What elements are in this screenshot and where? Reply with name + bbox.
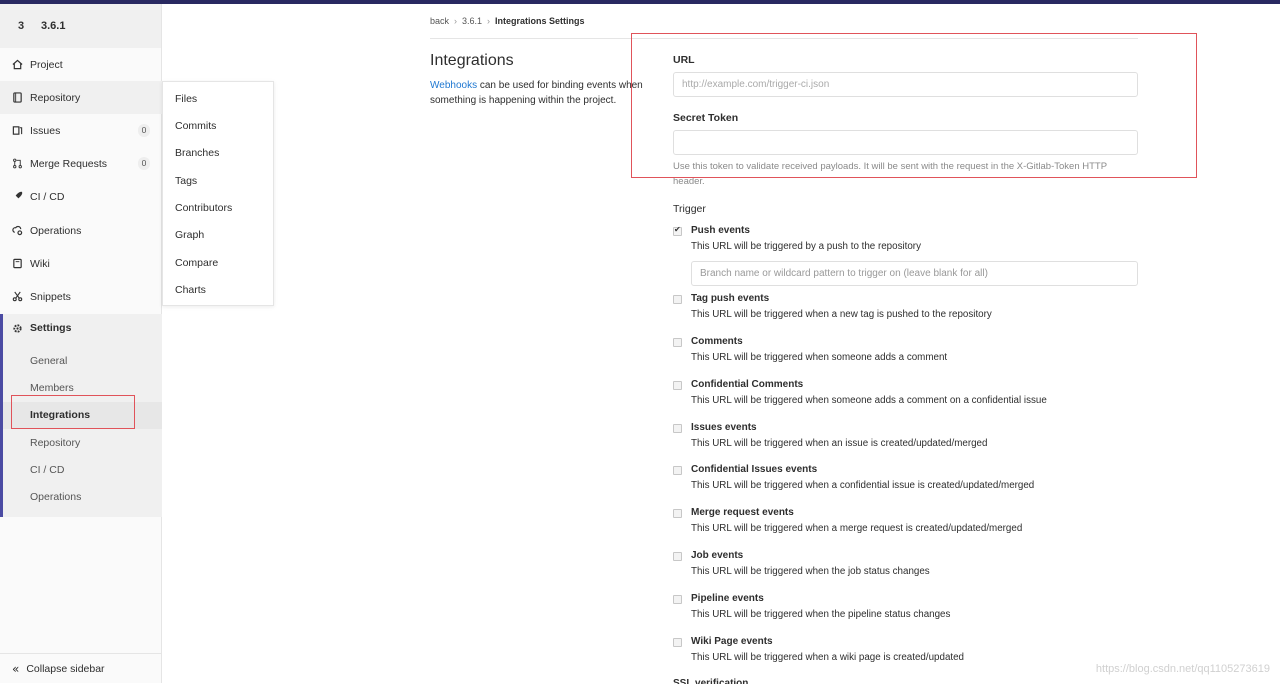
event-title: Wiki Page events xyxy=(691,636,773,647)
webhooks-link[interactable]: Webhooks xyxy=(430,80,477,91)
event-push: Push events This URL will be triggered b… xyxy=(673,225,1138,285)
wiki-page-events-checkbox[interactable] xyxy=(673,638,682,647)
sidebar-item-operations[interactable]: Operations xyxy=(0,214,162,247)
project-avatar: 3 xyxy=(12,17,30,35)
issues-events-checkbox[interactable] xyxy=(673,424,682,433)
event-description: This URL will be triggered when the job … xyxy=(691,566,930,577)
sidebar-item-label: Repository xyxy=(30,92,80,104)
sidebar-item-label: Project xyxy=(30,59,63,71)
event-description: This URL will be triggered when the pipe… xyxy=(691,609,950,620)
sidebar-item-snippets[interactable]: Snippets xyxy=(0,280,162,313)
sidebar-item-merge-requests[interactable]: Merge Requests 0 xyxy=(0,147,162,180)
book-icon xyxy=(12,92,23,103)
sidebar-item-project[interactable]: Project xyxy=(0,48,162,81)
branch-filter-input[interactable]: Branch name or wildcard pattern to trigg… xyxy=(691,261,1138,286)
scissors-icon xyxy=(12,291,23,302)
flyout-item-commits[interactable]: Commits xyxy=(175,120,216,132)
confidential-comments-checkbox[interactable] xyxy=(673,381,682,390)
cloud-gear-icon xyxy=(12,225,23,236)
event-description: This URL will be triggered when a confid… xyxy=(691,480,1034,491)
event-description: This URL will be triggered by a push to … xyxy=(691,241,921,252)
top-navbar xyxy=(0,0,1280,4)
event-title: Merge request events xyxy=(691,507,794,518)
event-title: Tag push events xyxy=(691,293,769,304)
chevron-right-icon: › xyxy=(487,16,490,26)
watermark: https://blog.csdn.net/qq1105273619 xyxy=(1096,663,1270,675)
sidebar-item-wiki[interactable]: Wiki xyxy=(0,247,162,280)
ssl-verification-label: SSL verification xyxy=(673,678,748,684)
flyout-item-graph[interactable]: Graph xyxy=(175,229,204,241)
book-open-icon xyxy=(12,258,23,269)
flyout-item-contributors[interactable]: Contributors xyxy=(175,202,232,214)
event-title: Push events xyxy=(691,225,750,236)
job-events-checkbox[interactable] xyxy=(673,552,682,561)
annotation-box-url-token xyxy=(631,33,1197,178)
annotation-box-integrations xyxy=(11,395,135,429)
sidebar-item-label: Issues xyxy=(30,125,60,137)
merge-requests-count-badge: 0 xyxy=(138,157,150,170)
sidebar-item-label: Settings xyxy=(30,322,71,334)
flyout-item-files[interactable]: Files xyxy=(175,93,197,105)
confidential-issues-checkbox[interactable] xyxy=(673,466,682,475)
settings-sub-repository[interactable]: Repository xyxy=(30,437,80,449)
trigger-label: Trigger xyxy=(673,203,706,215)
sidebar-item-label: Operations xyxy=(30,225,81,237)
intro-text: Webhooks can be used for binding events … xyxy=(430,78,655,108)
settings-sub-ci-cd[interactable]: CI / CD xyxy=(30,464,64,476)
issues-icon xyxy=(12,125,23,136)
event-description: This URL will be triggered when someone … xyxy=(691,395,1047,406)
project-name: 3.6.1 xyxy=(41,20,65,32)
comments-checkbox[interactable] xyxy=(673,338,682,347)
event-title: Comments xyxy=(691,336,743,347)
sidebar-item-settings[interactable]: Settings xyxy=(12,322,71,334)
event-description: This URL will be triggered when an issue… xyxy=(691,438,987,449)
collapse-sidebar-label: Collapse sidebar xyxy=(26,663,104,675)
home-icon xyxy=(12,59,23,70)
merge-request-events-checkbox[interactable] xyxy=(673,509,682,518)
flyout-item-charts[interactable]: Charts xyxy=(175,284,206,296)
issues-count-badge: 0 xyxy=(138,124,150,137)
push-events-checkbox[interactable] xyxy=(673,227,682,236)
settings-sub-operations[interactable]: Operations xyxy=(30,491,81,503)
page-title: Integrations xyxy=(430,52,655,70)
gear-icon xyxy=(12,323,23,334)
event-title: Issues events xyxy=(691,422,757,433)
event-title: Confidential Comments xyxy=(691,379,803,390)
sidebar-item-label: Wiki xyxy=(30,258,50,270)
flyout-item-branches[interactable]: Branches xyxy=(175,147,219,159)
event-title: Confidential Issues events xyxy=(691,464,817,475)
collapse-sidebar-button[interactable]: « Collapse sidebar xyxy=(0,653,162,683)
settings-sub-general[interactable]: General xyxy=(30,355,67,367)
repository-flyout-menu: Files Commits Branches Tags Contributors… xyxy=(162,81,274,306)
double-chevron-left-icon: « xyxy=(12,662,19,676)
breadcrumb-project[interactable]: 3.6.1 xyxy=(462,16,482,26)
event-description: This URL will be triggered when a merge … xyxy=(691,523,1022,534)
integrations-intro: Integrations Webhooks can be used for bi… xyxy=(430,52,655,108)
sidebar-item-ci-cd[interactable]: CI / CD xyxy=(0,180,162,213)
event-title: Pipeline events xyxy=(691,593,764,604)
merge-request-icon xyxy=(12,158,23,169)
sidebar-item-issues[interactable]: Issues 0 xyxy=(0,114,162,147)
sidebar-project-header[interactable]: 3 3.6.1 xyxy=(0,4,161,48)
pipeline-events-checkbox[interactable] xyxy=(673,595,682,604)
event-description: This URL will be triggered when someone … xyxy=(691,352,947,363)
flyout-item-tags[interactable]: Tags xyxy=(175,175,197,187)
settings-sub-members[interactable]: Members xyxy=(30,382,74,394)
sidebar-item-repository[interactable]: Repository xyxy=(0,81,162,114)
chevron-right-icon: › xyxy=(454,16,457,26)
sidebar-item-label: CI / CD xyxy=(30,191,64,203)
tag-push-events-checkbox[interactable] xyxy=(673,295,682,304)
sidebar: 3 3.6.1 Project Repository Issues 0 Merg… xyxy=(0,4,162,683)
event-title: Job events xyxy=(691,550,743,561)
event-description: This URL will be triggered when a new ta… xyxy=(691,309,992,320)
sidebar-item-label: Merge Requests xyxy=(30,158,107,170)
breadcrumb-current[interactable]: Integrations Settings xyxy=(495,16,585,26)
sidebar-item-label: Snippets xyxy=(30,291,71,303)
rocket-icon xyxy=(12,191,23,202)
breadcrumb-back[interactable]: back xyxy=(430,16,449,26)
branch-filter-placeholder: Branch name or wildcard pattern to trigg… xyxy=(700,268,988,279)
flyout-item-compare[interactable]: Compare xyxy=(175,257,218,269)
event-description: This URL will be triggered when a wiki p… xyxy=(691,652,964,663)
